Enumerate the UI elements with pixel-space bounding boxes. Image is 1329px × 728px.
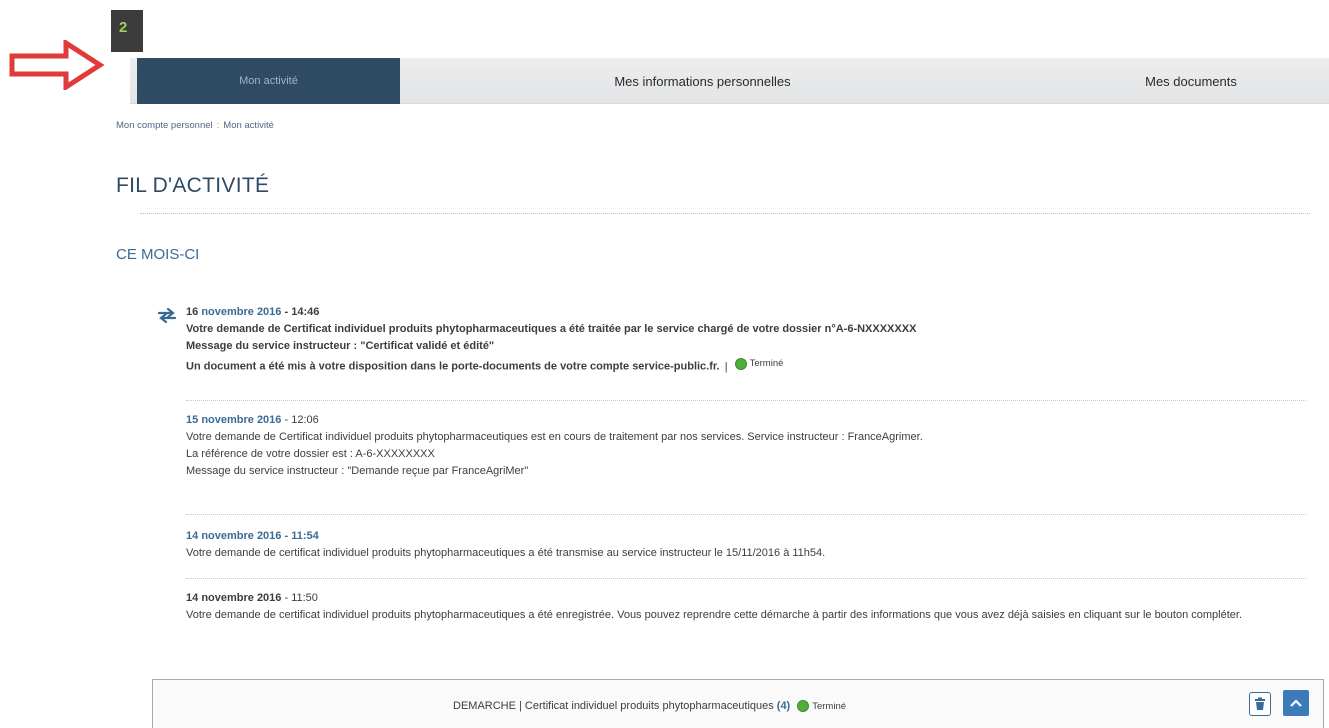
entry-divider [186, 514, 1306, 515]
section-title-this-month: CE MOIS-CI [116, 246, 200, 263]
entry-date: 14 novembre 2016 - 11:50 [186, 592, 318, 604]
entry-text: Votre demande de certificat individuel p… [186, 547, 826, 559]
entry-text: Un document a été mis à votre dispositio… [186, 355, 1306, 376]
entry-date: 16 novembre 2016 - 14:46 [186, 306, 320, 318]
entry-divider [186, 400, 1306, 401]
entry-date: 15 novembre 2016 - 12:06 [186, 414, 319, 426]
page-title: FIL D'ACTIVITÉ [116, 174, 270, 197]
tab-mon-activite[interactable]: Mon activité [137, 58, 400, 104]
breadcrumb-separator: : [216, 120, 220, 131]
entry-text: Message du service instructeur : "Certif… [186, 340, 495, 352]
status-done-icon [734, 357, 747, 370]
trash-icon [1255, 697, 1265, 710]
breadcrumb-current: Mon activité [223, 120, 274, 131]
entry-text: Votre demande de certificat individuel p… [186, 609, 1243, 621]
entry-date: 14 novembre 2016 - 11:54 [186, 530, 319, 542]
entry-text: Votre demande de Certificat individuel p… [186, 431, 923, 443]
demarche-summary-bar[interactable]: DEMARCHE | Certificat individuel produit… [152, 679, 1324, 728]
tab-mes-informations-personnelles[interactable]: Mes informations personnelles [530, 58, 875, 104]
breadcrumb-link-compte[interactable]: Mon compte personnel [116, 120, 213, 131]
step-number-badge: 2 [111, 10, 143, 52]
activity-exchange-icon [157, 307, 177, 323]
account-tab-bar: Mon activité Mes informations personnell… [130, 58, 1329, 104]
status-badge: Terminé [793, 700, 846, 712]
entry-text: Votre demande de Certificat individuel p… [186, 323, 917, 335]
activity-entry: 16 novembre 2016 - 14:46 Votre demande d… [186, 304, 1306, 376]
activity-entry: 14 novembre 2016 - 11:50 Votre demande d… [186, 590, 1306, 624]
delete-button[interactable] [1249, 692, 1271, 716]
entry-text: Message du service instructeur : "Demand… [186, 465, 529, 477]
collapse-button[interactable] [1283, 690, 1309, 716]
entry-separator: | [724, 360, 728, 373]
demarche-count: (4) [776, 700, 791, 712]
status-badge: Terminé [731, 355, 783, 372]
activity-entry: 15 novembre 2016 - 12:06 Votre demande d… [186, 412, 1306, 480]
entry-divider [186, 578, 1306, 579]
entry-text: La référence de votre dossier est : A-6-… [186, 448, 435, 460]
demarche-label: DEMARCHE | Certificat individuel produit… [453, 700, 847, 712]
red-arrow-icon [9, 40, 104, 90]
activity-entry: 14 novembre 2016 - 11:54 Votre demande d… [186, 528, 1306, 562]
chevron-up-icon [1290, 699, 1302, 707]
tab-mes-documents[interactable]: Mes documents [1060, 58, 1322, 104]
status-done-icon [797, 700, 810, 712]
title-divider [140, 213, 1310, 214]
breadcrumb: Mon compte personnel: Mon activité [116, 120, 274, 131]
